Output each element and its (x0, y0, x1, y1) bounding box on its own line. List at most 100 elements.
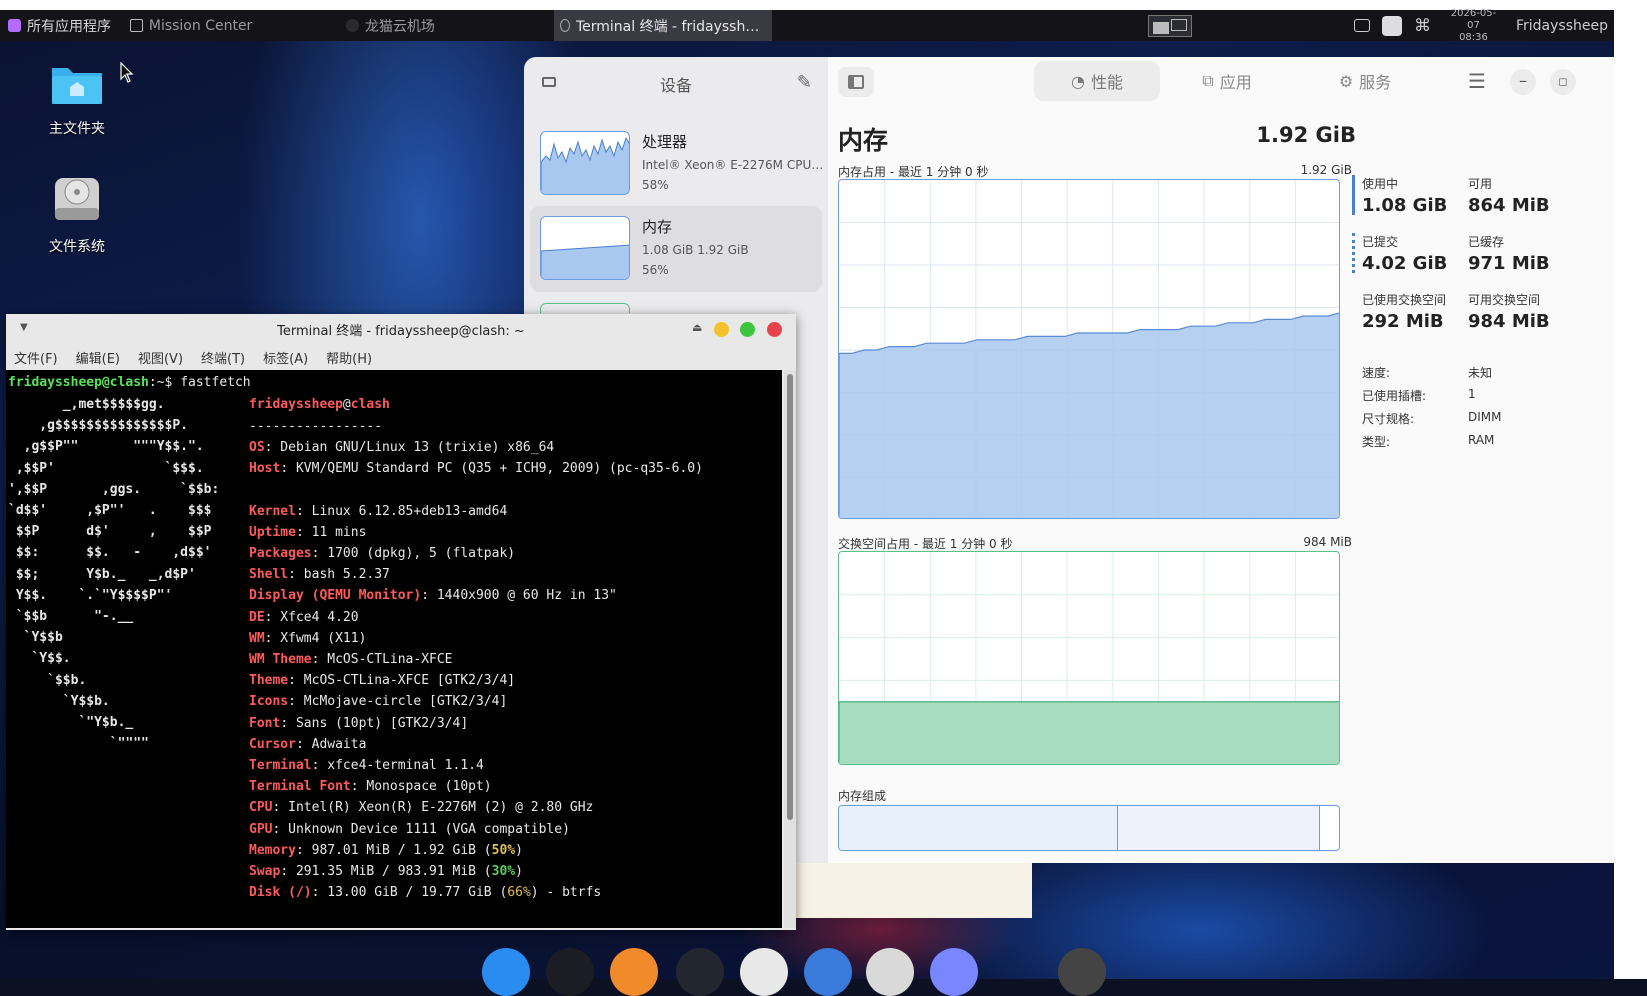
detail-value: 未知 (1468, 366, 1493, 380)
device-usage: 56% (642, 263, 669, 277)
device-card-memory[interactable]: 内存 1.08 GiB 1.92 GiB 56% (530, 206, 822, 292)
stats-accent-bar-1 (1352, 175, 1355, 215)
detail-label: 尺寸规格: (1362, 412, 1415, 426)
stat-value: 984 MiB (1468, 311, 1550, 332)
info-key: Shell (249, 567, 289, 583)
shade-icon[interactable]: ⏏ (692, 321, 702, 334)
device-card-partial[interactable] (530, 293, 822, 313)
task-label: Terminal 终端 - fridayssheep@clash: ~ (575, 18, 766, 35)
launcher-icon[interactable] (930, 948, 978, 996)
memory-graph-max: 1.92 GiB (1300, 163, 1352, 177)
gear-icon: ⚙ (1338, 71, 1354, 91)
tab-services[interactable]: ⚙ 服务 (1306, 61, 1424, 101)
info-percent: 50% (491, 842, 516, 858)
logo-line: $$; Y$b._ _,d$P' (8, 566, 196, 582)
stat-value: 292 MiB (1362, 311, 1444, 332)
info-value: : 1700 (dpkg), 5 (flatpak) (311, 546, 516, 561)
menu-tabs[interactable]: 标签(A) (263, 348, 308, 367)
logo-line: `$$b. (8, 672, 87, 688)
tab-performance[interactable]: ◔ 性能 (1034, 61, 1160, 101)
device-card-cpu[interactable]: 处理器 Intel® Xeon® E-2276M CPU… 58% (530, 121, 823, 207)
sidebar-panel-icon[interactable] (838, 67, 874, 97)
scrollbar-thumb[interactable] (787, 374, 793, 820)
task-longmao[interactable]: 龙猫云机场 (340, 10, 554, 41)
menu-terminal[interactable]: 终端(T) (201, 348, 245, 367)
logo-line: `Y$$. (8, 651, 71, 667)
finder-icon[interactable] (482, 948, 530, 996)
info-value: : Monospace (10pt) (350, 779, 492, 795)
info-line: CPU: Intel(R) Xeon(R) E-2276M (2) @ 2.80… (249, 797, 593, 819)
clock[interactable]: 2026-05-07 08:36 (1445, 8, 1502, 44)
info-line: Memory: 987.01 MiB / 1.92 GiB (50%) (249, 840, 523, 862)
fetch-header: fridayssheep@clash (249, 394, 390, 416)
stat-value: 4.02 GiB (1362, 253, 1448, 274)
desktop-icon-filesystem[interactable]: 文件系统 (32, 172, 122, 256)
command-key-button[interactable]: ⌘ (1408, 10, 1437, 41)
workspace-switcher[interactable] (1142, 10, 1198, 41)
files-icon[interactable] (804, 948, 852, 996)
prompt-command: :~$ fastfetch (148, 375, 251, 390)
info-line: DE: Xfce4 4.20 (249, 607, 359, 629)
task-terminal[interactable]: Terminal 终端 - fridayssheep@clash: ~ (553, 10, 772, 41)
close-button[interactable] (767, 322, 782, 337)
task-label: 龙猫云机场 (364, 18, 435, 35)
info-value: : Debian GNU/Linux 13 (trixie) x86_64 (264, 440, 555, 455)
stat-label: 使用中 (1362, 177, 1399, 191)
info-value: : Linux 6.12.85+deb13-amd64 (295, 503, 508, 519)
terminal-window: ▼ Terminal 终端 - fridayssheep@clash: ~ ⏏ … (6, 314, 796, 930)
activity-monitor-icon[interactable] (676, 948, 724, 996)
memory-thumbnail-graph (540, 216, 630, 280)
header-user: fridayssheep (249, 397, 343, 412)
hamburger-menu-icon[interactable]: ☰ (1468, 69, 1486, 93)
terminal-scrollbar[interactable] (784, 370, 796, 928)
info-line: Disk (/): 13.00 GiB / 19.77 GiB (66%) - … (249, 882, 601, 904)
fetch-separator: ----------------- (249, 419, 383, 434)
task-mission-center[interactable]: Mission Center (124, 10, 340, 41)
composition-used-segment (839, 806, 1119, 850)
info-line: GPU: Unknown Device 1111 (VGA compatible… (249, 819, 570, 841)
tab-label: 服务 (1359, 73, 1392, 92)
cat-icon (1381, 15, 1402, 36)
menu-help[interactable]: 帮助(H) (326, 348, 372, 367)
tab-apps[interactable]: ⧉ 应用 (1168, 61, 1286, 101)
clock-date: 2026-05-07 (1450, 7, 1497, 31)
maximize-button[interactable]: ◻ (1550, 69, 1576, 95)
clash-tray-button[interactable] (1376, 10, 1408, 41)
device-usage: 58% (642, 178, 669, 192)
sidebar-toggle-icon[interactable] (542, 77, 556, 87)
minimize-button[interactable]: – (1510, 69, 1536, 95)
menu-view[interactable]: 视图(V) (138, 348, 183, 367)
trash-icon[interactable] (866, 948, 914, 996)
user-menu[interactable]: Fridayssheep (1510, 10, 1614, 41)
memory-composition-bar (838, 805, 1340, 851)
clock-time: 08:36 (1459, 31, 1488, 43)
maximize-button[interactable] (740, 322, 755, 337)
info-key: Disk (/) (249, 885, 312, 901)
terminal-icon[interactable] (546, 948, 594, 996)
logo-line: `Y$$b (8, 630, 63, 646)
edit-pencil-icon[interactable]: ✎ (797, 72, 812, 93)
apps-menu-button[interactable]: 所有应用程序 (0, 10, 124, 41)
info-line: Uptime: 11 mins (249, 522, 366, 544)
tab-label: 应用 (1219, 73, 1252, 92)
window-menu-icon[interactable]: ▼ (20, 322, 28, 333)
user-name: Fridayssheep (1515, 17, 1608, 34)
menu-edit[interactable]: 编辑(E) (76, 348, 120, 367)
terminal-titlebar[interactable]: ▼ Terminal 终端 - fridayssheep@clash: ~ ⏏ (6, 314, 796, 344)
info-key: Swap (249, 864, 281, 879)
logo-line: _,met$$$$$gg. (8, 397, 165, 412)
stat-label: 已缓存 (1468, 235, 1505, 249)
settings-icon[interactable] (1058, 948, 1106, 996)
info-value: : 1440x900 @ 60 Hz in 13" (421, 588, 617, 604)
stat-value: 1.08 GiB (1362, 195, 1448, 216)
tab-label: 性能 (1090, 73, 1123, 92)
terminal-output[interactable]: fridayssheep@clash :~$ fastfetch _,met$$$… (6, 370, 782, 928)
desktop-icon-home[interactable]: 主文件夹 (32, 60, 122, 138)
firefox-icon[interactable] (610, 948, 658, 996)
info-value: : McOS-CTLina-XFCE (311, 652, 453, 667)
menu-file[interactable]: 文件(F) (14, 348, 58, 367)
window-list-icon[interactable] (740, 948, 788, 996)
notification-button[interactable] (1348, 10, 1376, 41)
minimize-button[interactable] (714, 322, 729, 337)
memory-usage-area (839, 312, 1339, 518)
